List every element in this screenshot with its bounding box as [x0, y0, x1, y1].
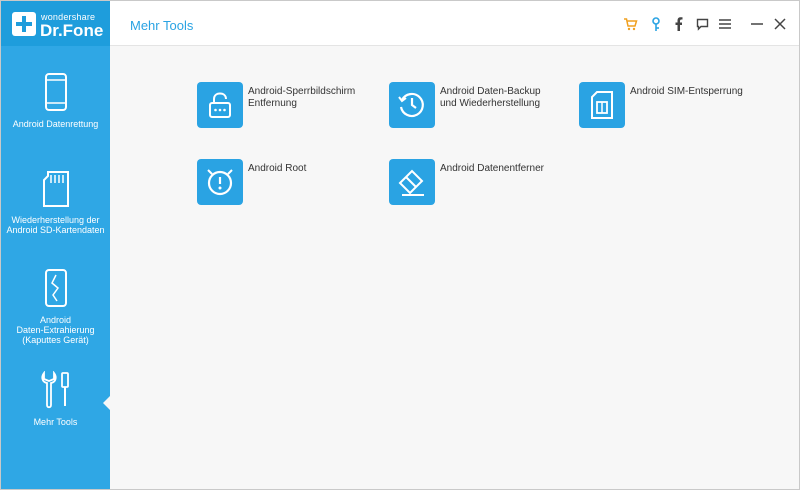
sidebar-item-label: Wiederherstellung der Android SD-Kartend… — [6, 215, 105, 235]
eraser-icon — [398, 169, 424, 196]
tools-icon — [40, 371, 69, 409]
tool-icon-box — [389, 159, 435, 205]
feedback-icon — [696, 18, 708, 31]
tool-label: Android SIM-Entsperrung — [630, 86, 743, 97]
sidebar-item-sd-karte[interactable]: Wiederherstellung der Android SD-Kartend… — [1, 171, 110, 235]
facebook-icon — [675, 17, 682, 31]
drfone-logo-icon — [12, 12, 36, 36]
sidebar: wondershare Dr.Fone Android Datenrettung… — [1, 1, 110, 489]
sd-card-icon — [42, 171, 69, 207]
tool-label: Android Daten-Backup und Wiederherstellu… — [440, 86, 541, 109]
menu-icon — [719, 19, 731, 29]
brand-name: Dr.Fone — [40, 21, 104, 40]
key-icon — [652, 16, 660, 31]
tool-label: Android Root — [248, 163, 307, 174]
tool-datenentferner[interactable]: Android Datenentferner — [389, 159, 569, 209]
tool-sim-entsperrung[interactable]: Android SIM-Entsperrung — [579, 82, 759, 132]
sidebar-item-mehr-tools[interactable]: Mehr Tools — [1, 371, 110, 427]
sidebar-item-label: Mehr Tools — [33, 417, 78, 427]
tool-icon-box — [389, 82, 435, 128]
close-icon — [774, 18, 786, 30]
broken-phone-icon — [44, 269, 67, 307]
feedback-button[interactable] — [693, 15, 711, 33]
facebook-button[interactable] — [669, 15, 687, 33]
tool-icon-box — [197, 82, 243, 128]
tool-label: Android Datenentferner — [440, 163, 544, 174]
root-icon — [207, 169, 233, 196]
sidebar-item-label: Android Daten-Extrahierung (Kaputtes Ger… — [16, 315, 95, 345]
cart-icon — [623, 18, 638, 31]
logo: wondershare Dr.Fone — [1, 1, 110, 46]
history-icon — [398, 92, 424, 118]
sidebar-item-daten-extrahierung[interactable]: Android Daten-Extrahierung (Kaputtes Ger… — [1, 269, 110, 345]
sidebar-item-datenrettung[interactable]: Android Datenrettung — [1, 73, 110, 129]
close-button[interactable] — [771, 15, 789, 33]
header: Mehr Tools — [110, 1, 799, 46]
lock-icon — [209, 92, 231, 118]
tool-sperrbildschirm-entfernung[interactable]: Android-Sperrbildschirm Entfernung — [197, 82, 377, 132]
tool-android-root[interactable]: Android Root — [197, 159, 377, 209]
tool-label: Android-Sperrbildschirm Entfernung — [248, 86, 356, 109]
cart-button[interactable] — [621, 15, 639, 33]
menu-button[interactable] — [716, 15, 734, 33]
sidebar-item-label: Android Datenrettung — [12, 119, 99, 129]
register-button[interactable] — [647, 15, 665, 33]
app-window: wondershare Dr.Fone Android Datenrettung… — [0, 0, 800, 490]
sim-icon — [591, 91, 613, 119]
page-title: Mehr Tools — [130, 18, 194, 33]
tool-icon-box — [197, 159, 243, 205]
tool-icon-box — [579, 82, 625, 128]
minimize-icon — [751, 23, 763, 25]
minimize-button[interactable] — [748, 15, 766, 33]
tool-backup-wiederherstellung[interactable]: Android Daten-Backup und Wiederherstellu… — [389, 82, 569, 132]
phone-icon — [44, 73, 67, 111]
